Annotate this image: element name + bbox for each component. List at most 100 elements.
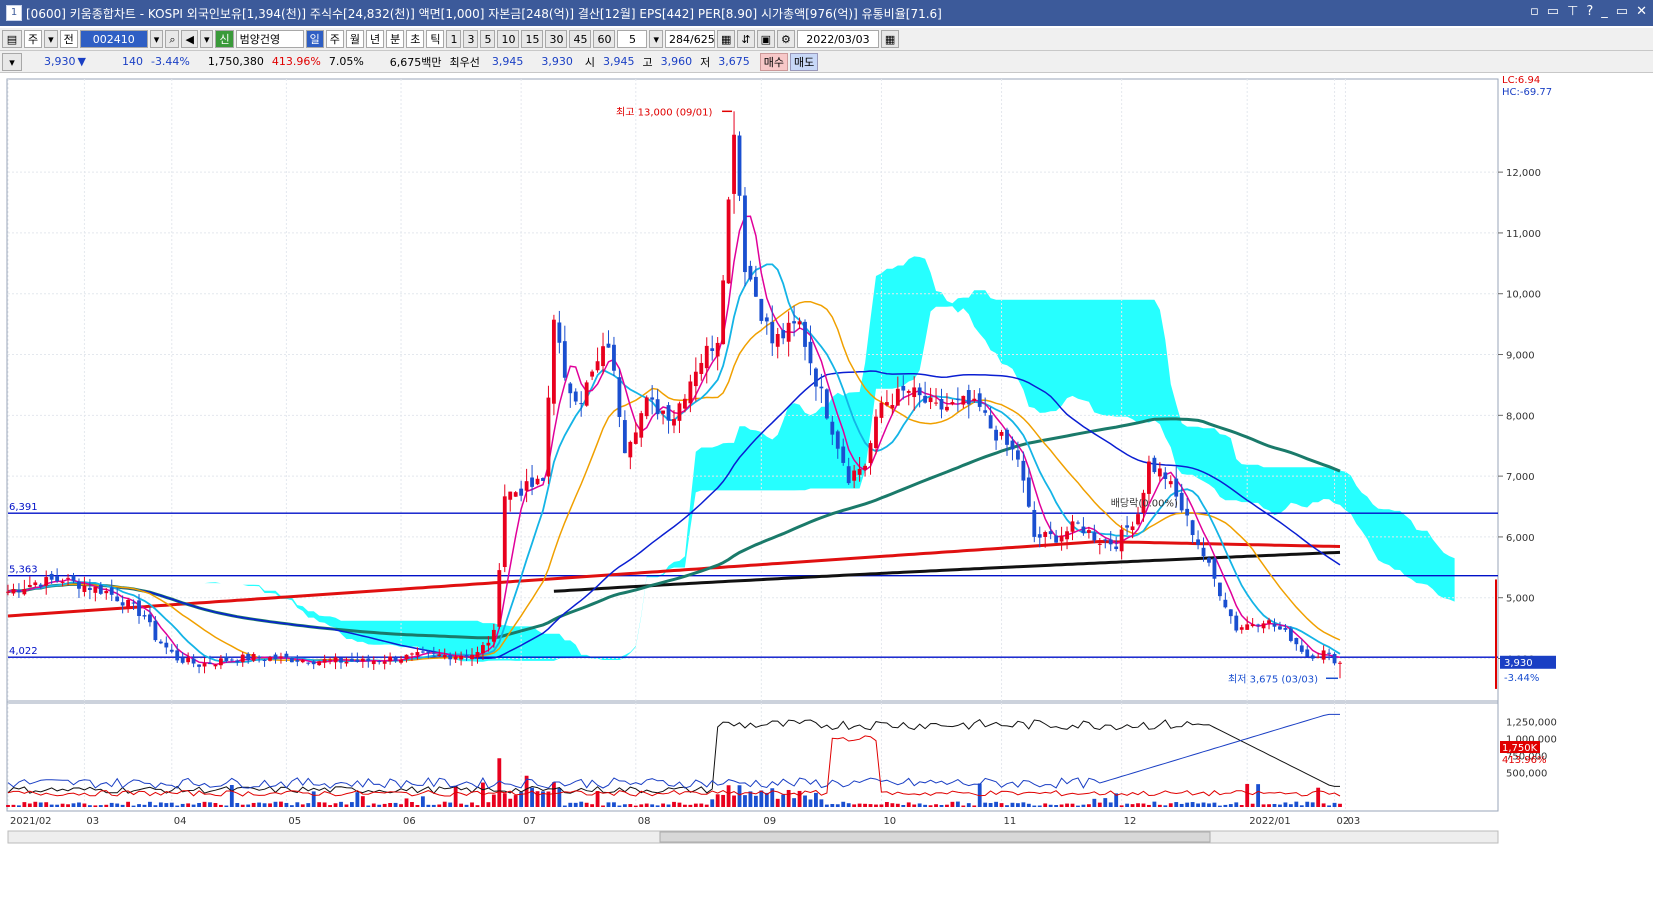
- sell-button[interactable]: 매도: [790, 52, 819, 71]
- candle-body: [704, 345, 709, 369]
- candle-body: [49, 573, 54, 580]
- candle-body: [737, 135, 742, 196]
- candle-body: [764, 317, 769, 322]
- period-minute[interactable]: 분: [386, 30, 405, 48]
- market-select[interactable]: 주: [24, 30, 43, 48]
- volume-bar: [180, 803, 185, 807]
- candle-body: [1283, 628, 1288, 630]
- period-year[interactable]: 년: [365, 30, 385, 48]
- volume-bar: [868, 804, 873, 807]
- candle-body: [420, 651, 425, 653]
- top-icon[interactable]: ⊤: [1567, 4, 1578, 19]
- save-icon[interactable]: ▣: [756, 30, 776, 48]
- candle-body: [1217, 582, 1222, 597]
- volume-bar: [857, 803, 862, 807]
- grid-icon[interactable]: ▦: [717, 30, 736, 48]
- volume-bar: [612, 802, 616, 807]
- candle-body: [1119, 529, 1124, 552]
- x-tick-label: 2022/01: [1249, 816, 1291, 827]
- period-second[interactable]: 초: [406, 30, 425, 48]
- chart-type-icon[interactable]: ⇵: [737, 30, 755, 48]
- interval-10[interactable]: 10: [497, 30, 520, 48]
- volume-bar: [1130, 804, 1135, 807]
- interval-dropdown-icon[interactable]: ▾: [649, 30, 664, 48]
- candle-body: [1157, 468, 1162, 477]
- interval-15[interactable]: 15: [521, 30, 544, 48]
- buy-button[interactable]: 매수: [759, 52, 789, 71]
- layout-icon[interactable]: ▭: [1547, 4, 1559, 19]
- volume-bar: [579, 801, 584, 807]
- interval-custom-input[interactable]: 5: [617, 30, 648, 48]
- pin-icon[interactable]: ▫: [1530, 4, 1539, 19]
- candle-body: [66, 577, 70, 579]
- search-icon[interactable]: ⌕: [165, 30, 180, 48]
- interval-60[interactable]: 60: [593, 30, 616, 48]
- volume-bar: [475, 805, 480, 807]
- volume-bar: [895, 803, 900, 807]
- dropdown-icon[interactable]: ▾: [44, 30, 58, 48]
- candle-body: [513, 492, 518, 497]
- close-icon[interactable]: ✕: [1636, 4, 1647, 19]
- volume-bar: [683, 804, 687, 807]
- help-icon[interactable]: ?: [1586, 4, 1593, 19]
- scrollbar-thumb[interactable]: [659, 831, 1211, 843]
- candle-body: [366, 658, 371, 662]
- candle-body: [568, 383, 573, 394]
- candle-body: [835, 431, 840, 449]
- volume-bar: [87, 805, 92, 807]
- candle-body: [1234, 615, 1239, 631]
- interval-3[interactable]: 3: [463, 30, 479, 48]
- volume-bar: [1037, 805, 1042, 807]
- candle-body: [38, 584, 43, 587]
- candle-body: [808, 341, 813, 364]
- interval-1[interactable]: 1: [446, 30, 462, 48]
- menu-icon[interactable]: ▤: [2, 30, 22, 48]
- candle-body: [1272, 623, 1277, 627]
- expand-icon[interactable]: ▾: [2, 52, 22, 71]
- candle-body: [1267, 620, 1271, 624]
- app-icon[interactable]: 1: [6, 5, 22, 21]
- arrow-dropdown-icon[interactable]: ▾: [199, 30, 214, 48]
- candle-body: [622, 420, 627, 454]
- span-select[interactable]: 전: [59, 30, 78, 48]
- period-day[interactable]: 일: [305, 30, 324, 48]
- volume-bar: [606, 802, 611, 807]
- count-input[interactable]: 284/625: [665, 30, 716, 48]
- price-chart[interactable]: 4,0005,0006,0007,0008,0009,00010,00011,0…: [0, 73, 1653, 901]
- volume-current-pct-label: 413.96%: [1502, 755, 1547, 766]
- volume-bar: [721, 794, 726, 807]
- volume-bar: [786, 789, 791, 807]
- high-price: 3,960: [660, 55, 693, 68]
- stock-code-input[interactable]: 002410: [79, 30, 148, 48]
- interval-45[interactable]: 45: [569, 30, 592, 48]
- period-tick[interactable]: 틱: [426, 30, 445, 48]
- candle-body: [1299, 645, 1304, 652]
- candle-body: [169, 649, 174, 652]
- date-input[interactable]: 2022/03/03: [796, 30, 879, 48]
- candle-body: [1185, 508, 1190, 516]
- interval-30[interactable]: 30: [545, 30, 568, 48]
- interval-5[interactable]: 5: [480, 30, 496, 48]
- volume-bar: [1250, 803, 1255, 807]
- candle-body: [371, 660, 376, 665]
- candle-body: [333, 657, 338, 663]
- volume-bar: [33, 801, 38, 807]
- maximize-icon[interactable]: ▭: [1616, 4, 1628, 19]
- candle-body: [502, 496, 507, 567]
- candle-body: [792, 321, 797, 324]
- period-month[interactable]: 월: [345, 30, 364, 48]
- code-dropdown-icon[interactable]: ▾: [149, 30, 164, 48]
- candle-body: [328, 659, 332, 661]
- speaker-icon[interactable]: ◀: [181, 30, 198, 48]
- volume-bar: [551, 782, 556, 807]
- volume-bar: [311, 791, 316, 807]
- calendar-icon[interactable]: ▦: [880, 30, 900, 48]
- minimize-icon[interactable]: _: [1601, 4, 1608, 19]
- candle-body: [950, 402, 955, 405]
- period-week[interactable]: 주: [325, 30, 344, 48]
- chart-area[interactable]: 4,0005,0006,0007,0008,0009,00010,00011,0…: [0, 73, 1653, 901]
- volume-bar: [49, 804, 54, 807]
- candle-body: [393, 657, 398, 662]
- gear-icon[interactable]: ⚙: [777, 30, 795, 48]
- volume-bar: [884, 802, 889, 807]
